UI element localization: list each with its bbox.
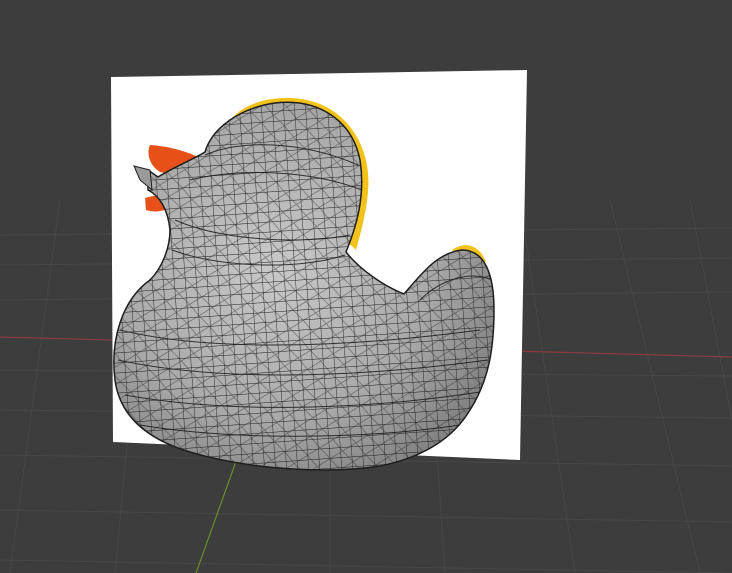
- viewport-canvas[interactable]: [0, 0, 732, 573]
- 3d-viewport[interactable]: [0, 0, 732, 573]
